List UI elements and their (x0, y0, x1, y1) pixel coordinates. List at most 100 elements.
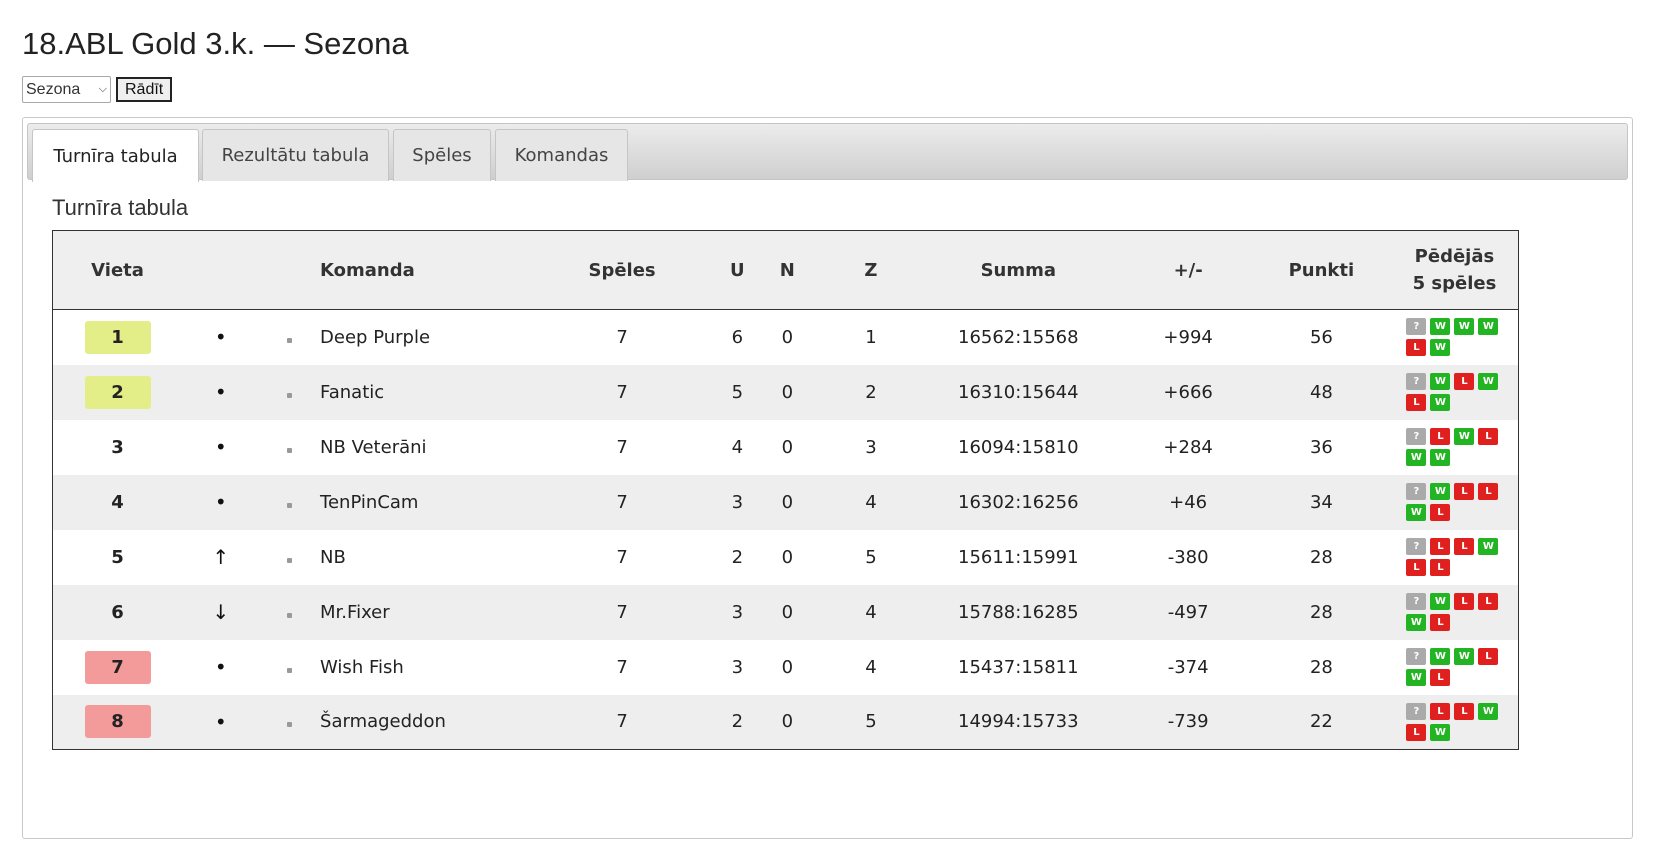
team-name[interactable]: Šarmageddon (320, 694, 515, 750)
team-name[interactable]: Mr.Fixer (320, 584, 515, 640)
team-name[interactable]: Wish Fish (320, 639, 515, 695)
result-loss-badge[interactable]: L (1430, 614, 1451, 631)
result-win-badge[interactable]: W (1406, 614, 1427, 631)
team-name[interactable]: NB (320, 529, 515, 585)
result-loss-badge[interactable]: L (1454, 593, 1475, 610)
result-loss-badge[interactable]: L (1430, 702, 1451, 720)
result-unknown-badge[interactable]: ? (1406, 593, 1427, 610)
logo-cell (259, 529, 321, 585)
tab-results-table[interactable]: Rezultātu tabula (202, 129, 389, 181)
result-win-badge[interactable]: W (1406, 449, 1427, 466)
show-button[interactable]: Rādīt (116, 77, 173, 102)
sum-cell: 15788:16285 (912, 584, 1125, 640)
team-name[interactable]: Deep Purple (320, 309, 515, 365)
result-unknown-badge[interactable]: ? (1406, 318, 1427, 336)
result-loss-badge[interactable]: L (1454, 373, 1475, 390)
result-loss-badge[interactable]: L (1478, 648, 1499, 665)
games-cell: 7 (514, 639, 730, 695)
result-loss-badge[interactable]: L (1430, 559, 1451, 576)
logo-cell (259, 419, 321, 475)
place-badge: 6 (111, 601, 124, 623)
sum-cell: 16302:16256 (912, 474, 1125, 530)
result-win-badge[interactable]: W (1430, 648, 1451, 665)
header-games[interactable]: Spēles (514, 230, 730, 310)
result-win-badge[interactable]: W (1406, 669, 1427, 686)
result-win-badge[interactable]: W (1430, 318, 1451, 336)
team-name[interactable]: TenPinCam (320, 474, 515, 530)
result-win-badge[interactable]: W (1478, 373, 1499, 390)
draws-cell: 0 (745, 474, 830, 530)
result-loss-badge[interactable]: L (1406, 394, 1427, 411)
result-win-badge[interactable]: W (1430, 723, 1451, 741)
header-team[interactable]: Komanda (320, 230, 515, 310)
result-loss-badge[interactable]: L (1454, 483, 1475, 500)
result-win-badge[interactable]: W (1406, 504, 1427, 521)
result-loss-badge[interactable]: L (1478, 593, 1499, 610)
result-win-badge[interactable]: W (1430, 483, 1451, 500)
header-place[interactable]: Vieta (52, 230, 183, 310)
draws-cell: 0 (745, 419, 830, 475)
result-win-badge[interactable]: W (1430, 593, 1451, 610)
trend-cell: • (182, 694, 260, 750)
result-win-badge[interactable]: W (1454, 318, 1475, 336)
place-cell: 8 (52, 694, 183, 750)
header-last-five-line1: Pēdējās (1414, 246, 1495, 267)
trend-cell: • (182, 419, 260, 475)
games-cell: 7 (514, 309, 730, 365)
season-select-value: Sezona (26, 80, 81, 98)
wins-cell: 3 (729, 584, 745, 640)
result-loss-badge[interactable]: L (1406, 559, 1427, 576)
result-loss-badge[interactable]: L (1430, 504, 1451, 521)
result-unknown-badge[interactable]: ? (1406, 702, 1427, 720)
result-win-badge[interactable]: W (1430, 394, 1451, 411)
result-unknown-badge[interactable]: ? (1406, 373, 1427, 390)
result-unknown-badge[interactable]: ? (1406, 538, 1427, 555)
diff-cell: -497 (1124, 584, 1252, 640)
result-win-badge[interactable]: W (1454, 648, 1475, 665)
last-five-results: ? W W W L W (1406, 318, 1502, 357)
header-losses[interactable]: Z (829, 230, 913, 310)
result-win-badge[interactable]: W (1454, 428, 1475, 445)
header-draws[interactable]: N (745, 230, 830, 310)
season-select[interactable]: Sezona ⌵ (22, 76, 111, 103)
result-unknown-badge[interactable]: ? (1406, 648, 1427, 665)
last-five-cell: ? L L W L W (1390, 694, 1519, 750)
header-last-five-line2: 5 spēles (1412, 273, 1497, 294)
tab-standings[interactable]: Turnīra tabula (32, 129, 199, 182)
team-name[interactable]: Fanatic (320, 364, 515, 420)
result-win-badge[interactable]: W (1430, 373, 1451, 390)
result-win-badge[interactable]: W (1430, 449, 1451, 466)
header-wins[interactable]: U (729, 230, 745, 310)
page-title: 18.ABL Gold 3.k. — Sezona (22, 26, 409, 61)
tab-games[interactable]: Spēles (393, 129, 491, 181)
table-row: 3 • NB Veterāni 7 4 0 3 16094:15810 +284 36? L W L W W (52, 419, 1519, 475)
team-name[interactable]: NB Veterāni (320, 419, 515, 475)
tab-teams[interactable]: Komandas (495, 129, 628, 181)
result-loss-badge[interactable]: L (1430, 669, 1451, 686)
result-win-badge[interactable]: W (1478, 702, 1499, 720)
last-five-cell: ? W L L W L (1390, 474, 1519, 530)
result-win-badge[interactable]: W (1430, 339, 1451, 357)
section-title: Turnīra tabula (52, 195, 189, 220)
result-loss-badge[interactable]: L (1478, 483, 1499, 500)
place-cell: 5 (52, 529, 183, 585)
draws-cell: 0 (745, 639, 830, 695)
header-diff[interactable]: +/- (1124, 230, 1252, 310)
result-loss-badge[interactable]: L (1478, 428, 1499, 445)
header-sum[interactable]: Summa (912, 230, 1125, 310)
last-five-results: ? W W L W L (1406, 648, 1502, 686)
sum-cell: 16094:15810 (912, 419, 1125, 475)
result-unknown-badge[interactable]: ? (1406, 428, 1427, 445)
result-loss-badge[interactable]: L (1406, 723, 1427, 741)
result-loss-badge[interactable]: L (1430, 428, 1451, 445)
header-points[interactable]: Punkti (1251, 230, 1391, 310)
result-win-badge[interactable]: W (1478, 318, 1499, 336)
result-loss-badge[interactable]: L (1430, 538, 1451, 555)
result-loss-badge[interactable]: L (1454, 538, 1475, 555)
place-cell: 6 (52, 584, 183, 640)
result-loss-badge[interactable]: L (1406, 339, 1427, 357)
last-five-results: ? W L L W L (1406, 483, 1502, 521)
result-loss-badge[interactable]: L (1454, 702, 1475, 720)
result-win-badge[interactable]: W (1478, 538, 1499, 555)
result-unknown-badge[interactable]: ? (1406, 483, 1427, 500)
